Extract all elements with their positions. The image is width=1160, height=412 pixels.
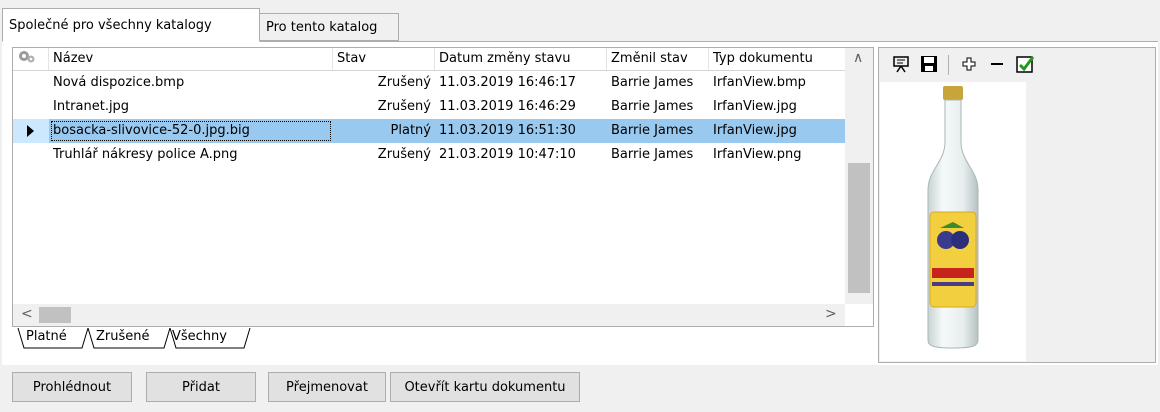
cell-type: IrfanView.bmp — [713, 75, 806, 90]
toolbar-separator — [948, 55, 949, 75]
filter-tab-all[interactable]: Všechny — [172, 329, 227, 344]
cell-user: Barrie James — [611, 147, 694, 162]
cell-name: Truhlář nákresy police A.png — [53, 147, 238, 162]
col-header-type[interactable]: Typ dokumentu — [709, 48, 845, 70]
table-row[interactable]: Nová dispozice.bmp Zrušený 11.03.2019 16… — [13, 71, 845, 95]
cell-name: bosacka-slivovice-52-0.jpg.big — [49, 119, 333, 143]
col-type-label: Typ dokumentu — [713, 51, 813, 66]
col-header-status[interactable]: Stav — [333, 48, 435, 70]
open-card-button-label: Otevřít kartu dokumentu — [404, 379, 566, 395]
cell-user: Barrie James — [611, 75, 694, 90]
table-row[interactable]: Intranet.jpg Zrušený 11.03.2019 16:46:29… — [13, 95, 845, 119]
tab-shared-catalogs[interactable]: Společné pro všechny katalogy — [2, 8, 260, 42]
cell-user: Barrie James — [607, 119, 709, 143]
scroll-up-icon[interactable]: ∧ — [853, 50, 863, 66]
filter-tab-valid[interactable]: Platné — [26, 329, 67, 344]
bottle-image — [927, 86, 979, 349]
row-indicator-cell — [13, 95, 49, 119]
tab-this-catalog[interactable]: Pro tento katalog — [259, 13, 399, 41]
view-button-label: Prohlédnout — [32, 379, 112, 395]
image-preview — [880, 82, 1026, 361]
cell-type: IrfanView.jpg — [713, 99, 797, 114]
rename-button-label: Přejmenovat — [286, 379, 368, 395]
grid-settings-icon[interactable] — [13, 48, 49, 70]
rename-button[interactable]: Přejmenovat — [268, 372, 386, 402]
col-status-label: Stav — [337, 51, 367, 66]
top-tab-bar: Společné pro všechny katalogy Pro tento … — [0, 0, 1160, 42]
horizontal-scroll-thumb[interactable] — [39, 307, 71, 323]
grid-header: Název Stav Datum změny stavu Změnil stav… — [13, 48, 845, 71]
col-header-name[interactable]: Název — [49, 48, 333, 70]
plus-icon[interactable] — [958, 53, 980, 75]
col-user-label: Změnil stav — [611, 51, 688, 66]
cell-date: 11.03.2019 16:51:30 — [435, 119, 607, 143]
col-name-label: Název — [53, 51, 94, 66]
preview-toolbar — [880, 49, 1154, 79]
presentation-icon[interactable] — [890, 53, 912, 75]
row-indicator-icon — [27, 125, 34, 137]
row-indicator-cell — [13, 119, 49, 143]
cell-status: Zrušený — [377, 147, 431, 162]
filter-tabs: Platné Zrušené Všechny — [12, 328, 874, 350]
cell-status: Platný — [333, 119, 435, 143]
horizontal-scrollbar[interactable]: < > — [13, 304, 845, 326]
cell-status: Zrušený — [377, 99, 431, 114]
col-header-user[interactable]: Změnil stav — [607, 48, 709, 70]
minus-icon[interactable] — [986, 53, 1008, 75]
cell-type: IrfanView.png — [713, 147, 802, 162]
save-icon[interactable] — [918, 53, 940, 75]
add-button[interactable]: Přidat — [146, 372, 256, 402]
cell-name: Intranet.jpg — [53, 99, 130, 114]
cell-status: Zrušený — [377, 75, 431, 90]
cell-date: 21.03.2019 10:47:10 — [439, 147, 576, 162]
cell-type: IrfanView.jpg — [709, 119, 845, 143]
cell-name: Nová dispozice.bmp — [53, 75, 185, 90]
row-indicator-cell — [13, 71, 49, 95]
checkbox-icon[interactable] — [1014, 53, 1036, 75]
table-row-selected[interactable]: bosacka-slivovice-52-0.jpg.big Platný 11… — [13, 119, 845, 143]
cell-date: 11.03.2019 16:46:17 — [439, 75, 576, 90]
cell-user: Barrie James — [611, 99, 694, 114]
open-document-card-button[interactable]: Otevřít kartu dokumentu — [390, 372, 580, 402]
documents-grid: Název Stav Datum změny stavu Změnil stav… — [12, 47, 874, 327]
scroll-right-icon[interactable]: > — [825, 306, 837, 322]
col-header-date[interactable]: Datum změny stavu — [435, 48, 607, 70]
cell-date: 11.03.2019 16:46:29 — [439, 99, 576, 114]
filter-tab-cancelled[interactable]: Zrušené — [96, 329, 150, 344]
view-button[interactable]: Prohlédnout — [12, 372, 132, 402]
tab-shared-label: Společné pro všechny katalogy — [9, 17, 212, 33]
tab-this-catalog-label: Pro tento katalog — [266, 19, 378, 35]
table-row[interactable]: Truhlář nákresy police A.png Zrušený 21.… — [13, 143, 845, 167]
add-button-label: Přidat — [182, 379, 220, 395]
row-indicator-cell — [13, 143, 49, 167]
col-date-label: Datum změny stavu — [439, 51, 571, 66]
scroll-left-icon[interactable]: < — [21, 306, 33, 322]
vertical-scroll-thumb[interactable] — [848, 163, 870, 293]
